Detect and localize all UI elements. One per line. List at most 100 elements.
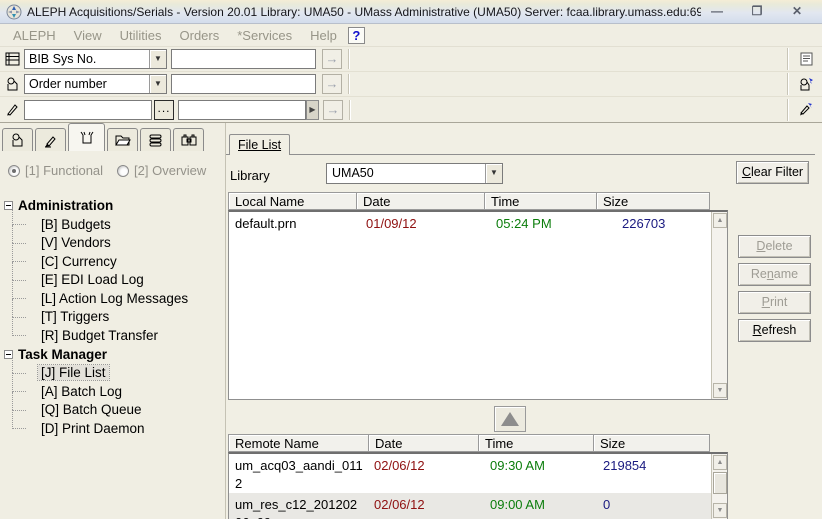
order-shortcut-icon[interactable] [796,75,816,93]
tab-folder-icon[interactable] [107,128,138,151]
local-table-body: default.prn 01/09/12 05:24 PM 226703 ▲ ▼ [228,210,728,400]
menu-aleph[interactable]: ALEPH [4,26,65,45]
cell-date: 02/06/12 [368,493,478,519]
cell-date: 02/06/12 [368,454,478,493]
cell-time: 09:30 AM [478,454,593,493]
tab-file-list[interactable]: File List [229,134,290,155]
browse-button[interactable]: ... [154,100,174,120]
table-row[interactable]: default.prn 01/09/12 05:24 PM 226703 [229,212,727,233]
tree-item-currency[interactable]: [C] Currency [4,252,225,271]
scrollbar-thumb[interactable] [713,472,727,494]
record-form-icon[interactable] [796,50,816,68]
invoice-go-button[interactable]: → [323,100,343,120]
column-header-remote-name[interactable]: Remote Name [228,434,368,452]
toolbar-separator [349,100,350,120]
column-header-time[interactable]: Time [484,192,596,210]
tree-item-budgets[interactable]: [B] Budgets [4,215,225,234]
cell-local-name: default.prn [229,212,356,233]
tree-group-label: Task Manager [18,347,107,362]
scroll-down-icon[interactable]: ▼ [713,383,727,398]
close-button[interactable]: ✕ [786,4,808,20]
refresh-button[interactable]: Refresh [738,319,811,342]
order-selector-value: Order number [25,75,149,93]
bib-selector-combobox[interactable]: BIB Sys No. ▼ [24,49,167,69]
radio-functional[interactable]: [1] Functional [8,163,103,178]
print-button[interactable]: Print [738,291,811,314]
radio-unselected-icon [117,165,129,177]
cell-size: 226703 [596,212,691,233]
bib-go-button[interactable]: → [322,49,342,69]
help-icon[interactable]: ? [348,27,365,44]
menu-orders[interactable]: Orders [171,26,229,45]
chevron-down-icon[interactable]: ▼ [149,75,166,93]
column-header-time[interactable]: Time [478,434,593,452]
toolbar-row-invoice: ... ▶ → [0,97,822,122]
menu-utilities[interactable]: Utilities [111,26,171,45]
library-label: Library [230,168,270,183]
tree-item-print-daemon[interactable]: [D] Print Daemon [4,419,225,438]
column-header-date[interactable]: Date [368,434,478,452]
scroll-down-icon[interactable]: ▼ [713,503,727,518]
tree-item-action-log-messages[interactable]: [L] Action Log Messages [4,289,225,308]
pen-icon [2,101,22,119]
tab-stack-icon[interactable] [140,128,171,151]
tree-item-edi-load-log[interactable]: [E] EDI Load Log [4,271,225,290]
tree-item-file-list[interactable]: [J] File List [4,364,225,383]
rename-button[interactable]: Rename [738,263,811,286]
scroll-up-icon[interactable]: ▲ [713,213,727,228]
maximize-button[interactable]: ❐ [746,4,768,20]
remote-table-header: Remote Name Date Time Size [228,434,710,452]
invoice-input-2[interactable] [178,100,306,120]
cell-size: 219854 [593,454,691,493]
cell-time: 05:24 PM [484,212,596,233]
radio-overview[interactable]: [2] Overview [117,163,206,178]
order-selector-combobox[interactable]: Order number ▼ [24,74,167,94]
cell-size: 0 [593,493,691,519]
order-search-input[interactable] [171,74,316,94]
tree-item-batch-log[interactable]: [A] Batch Log [4,382,225,401]
expand-right-icon[interactable]: ▶ [306,100,319,120]
window-title: ALEPH Acquisitions/Serials - Version 20.… [27,5,701,19]
tree-item-vendors[interactable]: [V] Vendors [4,234,225,253]
remote-table-scrollbar[interactable]: ▲ ▼ [711,454,727,519]
delete-button[interactable]: Delete [738,235,811,258]
invoice-input-1[interactable] [24,100,152,120]
module-tab-strip [0,123,225,151]
menu-services[interactable]: *Services [228,26,301,45]
tree-item-triggers[interactable]: [T] Triggers [4,308,225,327]
menu-help[interactable]: Help [301,26,346,45]
radio-functional-label: [1] Functional [25,163,103,178]
move-up-button[interactable] [494,406,526,432]
column-header-size[interactable]: Size [596,192,710,210]
menu-view[interactable]: View [65,26,111,45]
toolbar-separator [348,74,349,94]
up-arrow-icon [501,412,519,426]
column-header-size[interactable]: Size [593,434,710,452]
table-row[interactable]: um_acq03_aandi_0112 02/06/12 09:30 AM 21… [229,454,727,493]
minimize-button[interactable]: — [706,4,728,20]
tree-group-administration[interactable]: Administration [4,196,225,215]
chevron-down-icon[interactable]: ▼ [149,50,166,68]
toolbar-row-bib: BIB Sys No. ▼ → [0,47,822,72]
chevron-down-icon[interactable]: ▼ [485,164,502,183]
clear-filter-button[interactable]: Clear Filter [736,161,809,184]
tree-item-batch-queue[interactable]: [Q] Batch Queue [4,401,225,420]
pen-shortcut-icon[interactable] [796,101,816,119]
local-table-scrollbar[interactable]: ▲ ▼ [711,212,727,399]
tree-group-task-manager[interactable]: Task Manager [4,345,225,364]
tab-administration-icon[interactable] [68,123,105,151]
tab-search-binoculars-icon[interactable] [173,128,204,151]
scroll-up-icon[interactable]: ▲ [713,455,727,470]
tree-item-budget-transfer[interactable]: [R] Budget Transfer [4,326,225,345]
bib-search-input[interactable] [171,49,316,69]
toolbar-row-order: Order number ▼ → [0,72,822,97]
table-row[interactable]: um_res_c12_20120206_09.um_res 02/06/12 0… [229,493,727,519]
tab-order-icon[interactable] [2,128,33,151]
column-header-local-name[interactable]: Local Name [228,192,356,210]
order-go-button[interactable]: → [322,74,342,94]
app-logo-icon [6,4,22,20]
column-header-date[interactable]: Date [356,192,484,210]
library-combobox[interactable]: UMA50 ▼ [326,163,503,184]
tab-invoice-pen-icon[interactable] [35,128,66,151]
bib-selector-value: BIB Sys No. [25,50,149,68]
